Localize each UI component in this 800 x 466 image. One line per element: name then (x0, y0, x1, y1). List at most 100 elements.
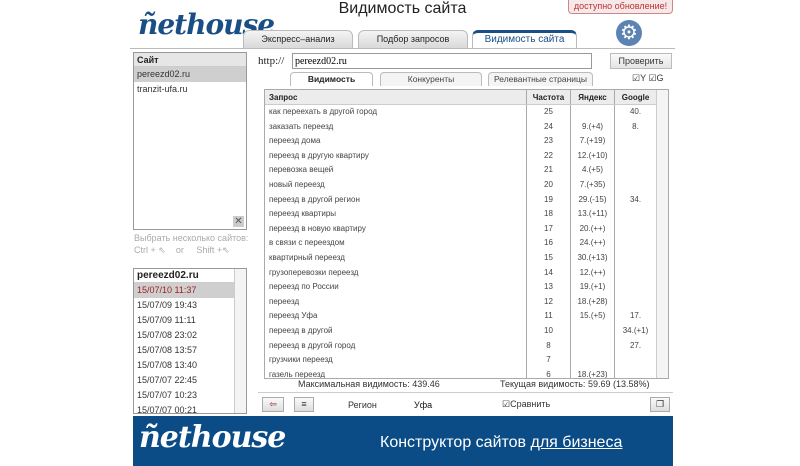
yandex-cell: 12.(+10) (571, 148, 615, 164)
yandex-checkbox[interactable]: ☑ (632, 73, 640, 83)
history-item[interactable]: 15/07/08 13:57 (134, 343, 246, 358)
frequency-cell: 7 (527, 353, 571, 368)
google-checkbox[interactable]: ☑ (648, 73, 656, 83)
region-value[interactable]: Уфа (414, 400, 432, 410)
site-item[interactable]: tranzit-ufa.ru (134, 82, 246, 97)
yandex-cell: 19.(+1) (571, 280, 615, 295)
table-row[interactable]: переезд дома 23 7.(+19) (265, 134, 668, 149)
history-item[interactable]: 15/07/08 13:40 (134, 358, 246, 373)
history-item[interactable]: 15/07/08 23:02 (134, 328, 246, 343)
table-row[interactable]: переезд в другую квартиру 22 12.(+10) (265, 148, 668, 164)
table-row[interactable]: переезд 12 18.(+28) (265, 294, 668, 310)
frequency-cell: 22 (527, 148, 571, 164)
table-row[interactable]: грузчики переезд 7 (265, 353, 668, 368)
table-row[interactable]: квартирный переезд 15 30.(+13) (265, 250, 668, 266)
table-row[interactable]: новый переезд 20 7.(+35) (265, 177, 668, 193)
query-cell: переезд в другую квартиру (265, 148, 527, 164)
table-row[interactable]: заказать переезд 24 9.(+4) 8. (265, 119, 668, 135)
current-visibility-percent: (13.58%) (612, 379, 650, 389)
table-row[interactable]: переезд в другой 10 34.(+1) (265, 323, 668, 339)
banner-logo: ñethouse (139, 420, 286, 455)
table-row[interactable]: грузоперевозки переезд 14 12.(++) (265, 265, 668, 281)
frequency-cell: 6 (527, 367, 571, 378)
yandex-cell: 20.(++) (571, 221, 615, 237)
subtab-relevant-pages[interactable]: Релевантные страницы (488, 72, 593, 86)
google-cell: 8. (615, 119, 657, 135)
table-row[interactable]: переезд квартиры 18 13.(+11) (265, 207, 668, 222)
col-yandex[interactable]: Яндекс (571, 90, 615, 104)
copy-button[interactable]: ❐ (650, 397, 670, 412)
page-title: Видимость сайта (338, 0, 467, 17)
history-item[interactable]: 15/07/07 10:23 (134, 388, 246, 403)
google-cell (615, 280, 657, 295)
tab-site-visibility[interactable]: Видимость сайта (472, 30, 577, 48)
google-cell (615, 236, 657, 251)
google-cell: 34.(+1) (615, 323, 657, 339)
history-item[interactable]: 15/07/07 22:45 (134, 373, 246, 388)
query-cell: переезд в другой город (265, 338, 527, 354)
shift-hint: Shift + (196, 245, 223, 255)
tab-express-analysis[interactable]: Экспресс–анализ (243, 30, 353, 48)
site-list: Сайт pereezd02.ru tranzit-ufa.ru ✕ (133, 52, 247, 230)
frequency-cell: 23 (527, 134, 571, 149)
tab-keyword-selection[interactable]: Подбор запросов (358, 30, 468, 48)
update-available-button[interactable]: доступно обновление! (568, 0, 673, 14)
current-visibility-label: Текущая видимость: (500, 379, 586, 389)
google-cell: 27. (615, 338, 657, 354)
region-label: Регион (348, 400, 377, 410)
frequency-cell: 14 (527, 265, 571, 281)
query-cell: переезд дома (265, 134, 527, 149)
google-cell (615, 367, 657, 378)
history-item[interactable]: 15/07/09 11:11 (134, 313, 246, 328)
table-row[interactable]: газель переезд 6 18.(+23) (265, 367, 668, 378)
table-row[interactable]: в связи с переездом 16 24.(++) (265, 236, 668, 251)
yandex-cell: 30.(+13) (571, 250, 615, 266)
table-scrollbar[interactable] (656, 90, 668, 378)
nethouse-banner[interactable]: ñethouse Конструктор сайтов для бизнеса (133, 416, 673, 466)
frequency-cell: 21 (527, 163, 571, 178)
table-row[interactable]: переезд в другой город 8 27. (265, 338, 668, 354)
col-google[interactable]: Google (615, 90, 657, 104)
frequency-cell: 19 (527, 192, 571, 208)
table-row[interactable]: переезд в новую квартиру 17 20.(++) (265, 221, 668, 237)
yandex-cell: 12.(++) (571, 265, 615, 281)
frequency-cell: 12 (527, 294, 571, 310)
or-hint: or (175, 245, 184, 255)
yandex-cell: 24.(++) (571, 236, 615, 251)
frequency-cell: 25 (527, 105, 571, 120)
list-button[interactable]: ≡ (294, 397, 314, 412)
banner-link[interactable]: для бизнеса (531, 434, 623, 451)
col-query[interactable]: Запрос (265, 90, 527, 104)
query-cell: в связи с переездом (265, 236, 527, 251)
history-item[interactable]: 15/07/09 19:43 (134, 298, 246, 313)
gear-icon[interactable]: ⚙ (616, 20, 642, 46)
google-cell: 40. (615, 105, 657, 120)
compare-checkbox[interactable]: ☑ (502, 399, 510, 409)
url-prefix: http:// (258, 55, 285, 67)
table-row[interactable]: переезд в другой регион 19 29.(-15) 34. (265, 192, 668, 208)
table-row[interactable]: переезд по России 13 19.(+1) (265, 280, 668, 295)
scrollbar[interactable] (234, 269, 246, 413)
history-item[interactable]: 15/07/10 11:37 (134, 283, 246, 298)
url-input[interactable] (292, 53, 592, 69)
frequency-cell: 11 (527, 309, 571, 324)
query-cell: заказать переезд (265, 119, 527, 135)
frequency-cell: 10 (527, 323, 571, 339)
yandex-cell (571, 323, 615, 339)
table-row[interactable]: как переехать в другой город 25 40. (265, 105, 668, 120)
query-cell: новый переезд (265, 177, 527, 193)
frequency-cell: 8 (527, 338, 571, 354)
query-cell: квартирный переезд (265, 250, 527, 266)
table-row[interactable]: переезд Уфа 11 15.(+5) 17. (265, 309, 668, 324)
back-export-button[interactable]: ⇦ (262, 397, 284, 412)
frequency-cell: 24 (527, 119, 571, 135)
check-button[interactable]: Проверить (610, 53, 672, 69)
current-visibility-value: 59.69 (587, 379, 611, 389)
close-icon[interactable]: ✕ (233, 216, 244, 227)
google-cell (615, 221, 657, 237)
subtab-competitors[interactable]: Конкуренты (380, 72, 482, 86)
subtab-visibility[interactable]: Видимость (290, 72, 373, 86)
col-frequency[interactable]: Частота (527, 90, 571, 104)
site-item[interactable]: pereezd02.ru (134, 67, 246, 82)
table-row[interactable]: перевозка вещей 21 4.(+5) (265, 163, 668, 178)
